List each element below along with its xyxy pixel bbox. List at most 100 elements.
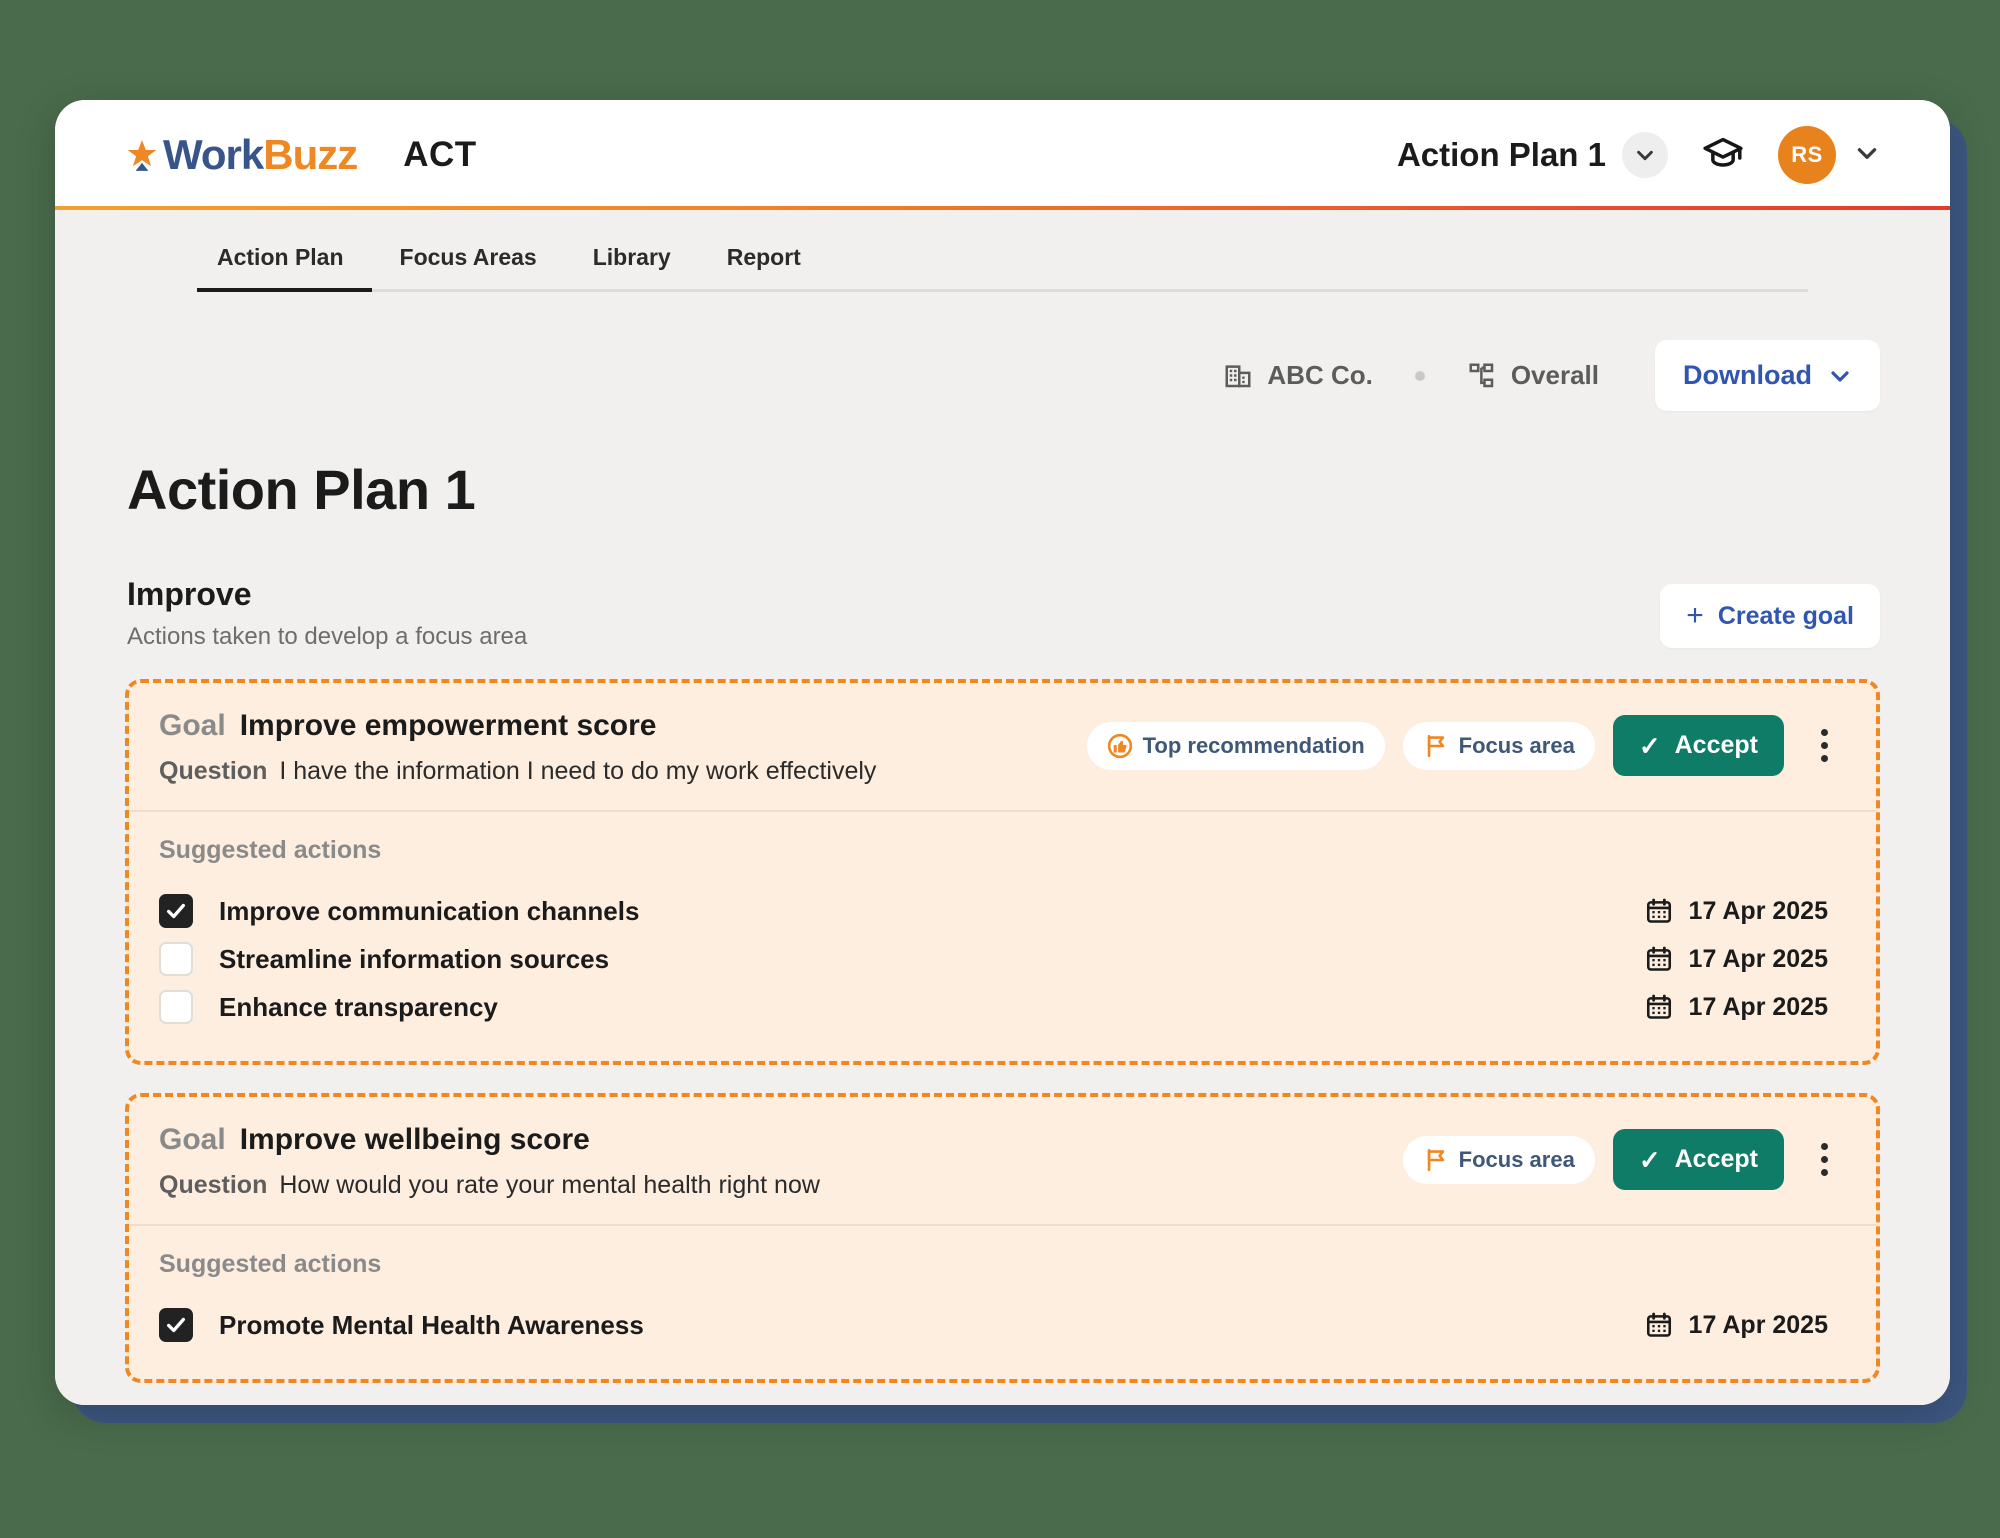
user-menu[interactable]: RS: [1778, 126, 1880, 184]
section-title: Improve: [127, 576, 252, 612]
context-bar: ABC Co. Overall Download: [125, 292, 1880, 411]
thumbs-up-icon: [1107, 733, 1132, 758]
suggested-actions-section: Suggested actions Improve communication …: [129, 812, 1876, 1061]
scope-filter[interactable]: Overall: [1467, 360, 1599, 391]
accept-button-label: Accept: [1674, 1145, 1758, 1173]
top-bar: WorkBuzz ACT Action Plan 1 RS: [55, 100, 1950, 210]
chevron-down-icon[interactable]: [1622, 132, 1668, 178]
question-label: Question: [159, 757, 268, 785]
create-goal-button-label: Create goal: [1717, 601, 1854, 630]
section-subtitle: Actions taken to develop a focus area: [127, 623, 528, 650]
action-checkbox[interactable]: [159, 942, 193, 976]
goal-name: Improve wellbeing score: [239, 1123, 590, 1156]
action-checkbox[interactable]: [159, 990, 193, 1024]
top-bar-right: Action Plan 1 RS: [1397, 126, 1880, 184]
plan-switcher[interactable]: Action Plan 1: [1397, 132, 1668, 178]
graduation-cap-icon[interactable]: [1702, 134, 1744, 176]
app-name: ACT: [403, 135, 477, 174]
goal-title-line: Goal Improve empowerment score: [159, 709, 1067, 743]
goal-title-line: Goal Improve wellbeing score: [159, 1123, 1383, 1157]
company-filter[interactable]: ABC Co.: [1223, 360, 1373, 391]
action-due-date: 17 Apr 2025: [1645, 1311, 1846, 1340]
download-button-label: Download: [1683, 360, 1812, 390]
check-icon: [167, 1317, 185, 1333]
action-due-date-label: 17 Apr 2025: [1688, 944, 1828, 973]
workbuzz-logo[interactable]: WorkBuzz: [125, 131, 358, 178]
goal-question-line: Question How would you rate your mental …: [159, 1171, 1383, 1200]
action-label: Streamline information sources: [219, 943, 610, 974]
action-due-date-label: 17 Apr 2025: [1688, 1310, 1828, 1339]
action-label: Enhance transparency: [219, 991, 498, 1022]
action-label: Improve communication channels: [219, 895, 640, 926]
status-badge-top-recommendation: Top recommendation: [1086, 721, 1385, 770]
user-chevron-down-icon[interactable]: [1854, 140, 1880, 171]
status-badge-label: Top recommendation: [1142, 732, 1365, 758]
section-header: Improve Actions taken to develop a focus…: [125, 576, 1880, 651]
download-button[interactable]: Download: [1655, 340, 1880, 411]
page-content: ABC Co. Overall Download Action Plan 1 I…: [55, 292, 1950, 1405]
goal-label: Goal: [159, 1123, 226, 1156]
tab-report[interactable]: Report: [699, 244, 829, 289]
goal-question-text: How would you rate your mental health ri…: [279, 1171, 820, 1199]
status-badge-focus-area: Focus area: [1402, 1135, 1595, 1184]
action-checkbox[interactable]: [159, 894, 193, 928]
calendar-icon: [1646, 898, 1671, 923]
tab-library[interactable]: Library: [565, 244, 699, 289]
chevron-down-icon: [1831, 370, 1849, 382]
app-window: WorkBuzz ACT Action Plan 1 RS Action Pla…: [55, 100, 1950, 1405]
question-label: Question: [159, 1171, 268, 1199]
building-icon: [1225, 364, 1251, 387]
accept-button[interactable]: ✓ Accept: [1612, 1129, 1784, 1190]
goal-card: Goal Improve wellbeing score Question Ho…: [125, 1093, 1880, 1383]
goal-card: Goal Improve empowerment score Question …: [125, 679, 1880, 1065]
status-badge-label: Focus area: [1458, 732, 1575, 758]
scope-name: Overall: [1510, 360, 1599, 390]
goal-header-actions: Focus area ✓ Accept: [1402, 1123, 1846, 1190]
goal-header-text: Goal Improve empowerment score Question …: [159, 709, 1067, 786]
goal-overflow-menu-button[interactable]: [1802, 1136, 1846, 1184]
action-checkbox[interactable]: [159, 1308, 193, 1342]
goal-question-line: Question I have the information I need t…: [159, 757, 1067, 786]
logo-text-work: Work: [163, 131, 264, 178]
calendar-icon: [1646, 994, 1671, 1019]
tab-list: Action Plan Focus Areas Library Report: [197, 210, 1808, 292]
flag-icon: [1427, 734, 1444, 757]
plus-icon: +: [1686, 599, 1704, 632]
star-logo-icon: [127, 140, 157, 171]
brand-block: WorkBuzz ACT: [125, 134, 477, 176]
meta-separator-dot: [1414, 370, 1425, 381]
action-due-date: 17 Apr 2025: [1645, 897, 1846, 926]
calendar-icon: [1646, 1312, 1671, 1337]
action-due-date: 17 Apr 2025: [1645, 993, 1846, 1022]
check-icon: ✓: [1638, 730, 1661, 761]
plan-switcher-label: Action Plan 1: [1396, 136, 1606, 173]
accept-button-label: Accept: [1674, 731, 1758, 759]
tab-action-plan[interactable]: Action Plan: [197, 244, 372, 292]
accept-button[interactable]: ✓ Accept: [1612, 715, 1784, 776]
flag-icon: [1427, 1148, 1444, 1171]
status-badge-label: Focus area: [1458, 1146, 1575, 1172]
logo-text-buzz: Buzz: [263, 131, 358, 178]
goal-header-actions: Top recommendation Focus area ✓ Accept: [1086, 709, 1846, 776]
tab-focus-areas[interactable]: Focus Areas: [372, 244, 565, 289]
list-item[interactable]: Promote Mental Health Awareness 17 Apr 2…: [159, 1301, 1846, 1349]
list-item[interactable]: Enhance transparency 17 Apr 2025: [159, 983, 1846, 1031]
status-badge-focus-area: Focus area: [1402, 721, 1595, 770]
page-title: Action Plan 1: [127, 458, 476, 521]
goal-header-text: Goal Improve wellbeing score Question Ho…: [159, 1123, 1383, 1200]
avatar[interactable]: RS: [1778, 126, 1836, 184]
goal-name: Improve empowerment score: [239, 709, 657, 742]
list-item[interactable]: Streamline information sources 17 Apr 20…: [159, 935, 1846, 983]
goal-overflow-menu-button[interactable]: [1802, 722, 1846, 770]
goal-header: Goal Improve wellbeing score Question Ho…: [129, 1097, 1876, 1224]
suggested-actions-title: Suggested actions: [159, 1250, 382, 1278]
tab-bar: Action Plan Focus Areas Library Report: [55, 210, 1950, 292]
check-icon: [167, 903, 185, 919]
action-due-date-label: 17 Apr 2025: [1688, 896, 1828, 925]
calendar-icon: [1646, 946, 1671, 971]
action-due-date-label: 17 Apr 2025: [1688, 992, 1828, 1021]
create-goal-button[interactable]: + Create goal: [1660, 584, 1880, 648]
company-name: ABC Co.: [1267, 360, 1373, 390]
action-due-date: 17 Apr 2025: [1645, 945, 1846, 974]
list-item[interactable]: Improve communication channels 17 Apr 20…: [159, 887, 1846, 935]
